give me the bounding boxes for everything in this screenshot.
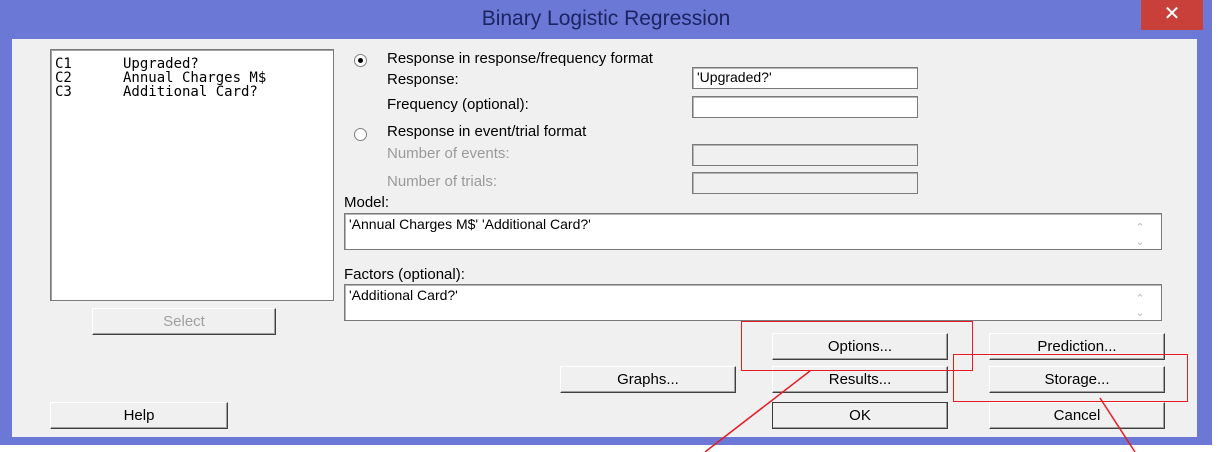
annotation-arrows (704, 370, 1136, 452)
storage-arrow-line (1099, 397, 1136, 452)
options-arrow-line (704, 370, 811, 452)
